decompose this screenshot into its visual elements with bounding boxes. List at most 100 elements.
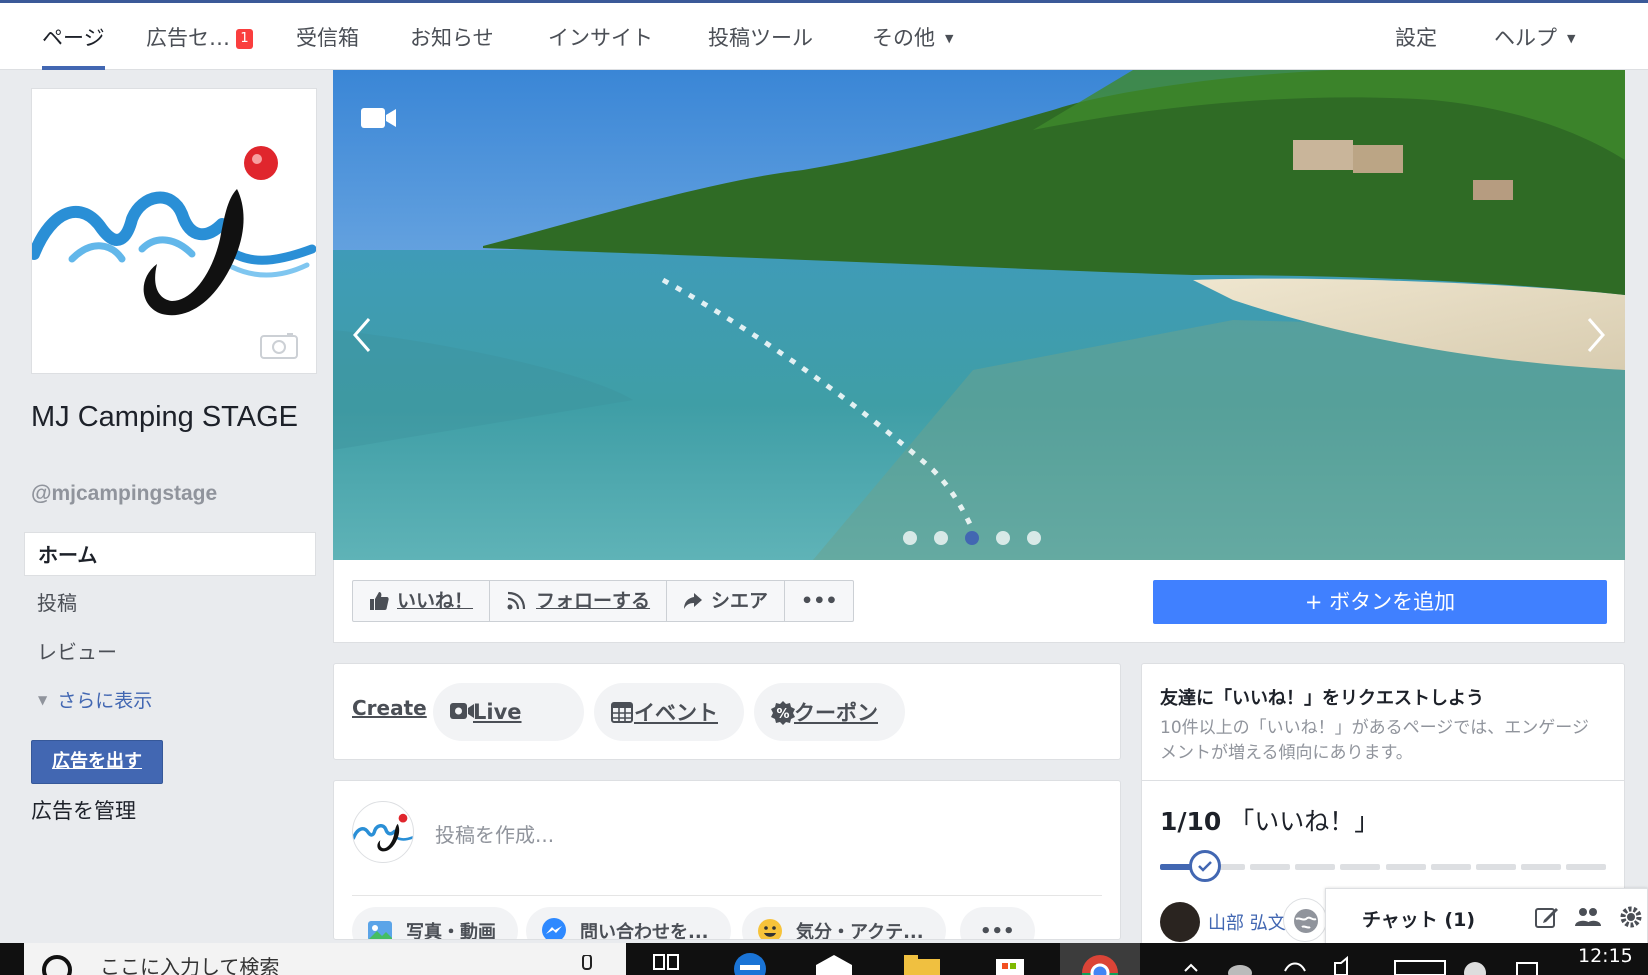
sidebar-item-reviews[interactable]: レビュー: [24, 630, 316, 674]
store-icon[interactable]: [990, 943, 1030, 975]
file-explorer-icon[interactable]: [900, 943, 944, 975]
globe-icon: [1294, 909, 1318, 933]
like-progress-count: 1/10 「いいね！」: [1160, 802, 1379, 838]
system-tray[interactable]: [1175, 943, 1565, 975]
page-handle[interactable]: @mjcampingstage: [31, 482, 217, 506]
slide-dot[interactable]: [934, 531, 948, 545]
show-more-link[interactable]: ▼ さらに表示: [38, 686, 152, 713]
chevron-down-icon: ▼: [945, 32, 954, 45]
progress-segment: [1565, 864, 1606, 870]
like-button[interactable]: いいね！: [353, 581, 491, 621]
globe-button[interactable]: [1283, 898, 1327, 942]
coupon-button[interactable]: % クーポン: [754, 683, 905, 741]
chrome-icon: [1082, 955, 1118, 975]
progress-segment: [1340, 864, 1381, 870]
composer-input[interactable]: 投稿を作成...: [435, 819, 554, 848]
camera-icon[interactable]: [260, 331, 298, 359]
create-card: Create Live イベント % クーポン: [333, 663, 1121, 760]
gear-icon[interactable]: [1618, 904, 1644, 930]
microphone-icon[interactable]: [580, 955, 594, 975]
share-label: シエア: [711, 590, 769, 612]
page-avatar: [352, 801, 414, 863]
promote-button[interactable]: 広告を出す: [31, 740, 163, 784]
tab-help[interactable]: ヘルプ ▼: [1494, 6, 1575, 70]
tab-more[interactable]: その他 ▼: [872, 6, 953, 70]
sidebar-item-home[interactable]: ホーム: [24, 532, 316, 576]
follow-button[interactable]: フォローする: [490, 581, 668, 621]
calendar-icon: [611, 702, 633, 723]
slide-dot[interactable]: [1027, 531, 1041, 545]
sidebar-item-label: 投稿: [37, 591, 77, 615]
invite-card-description: 10件以上の「いいね！」があるページでは、エンゲージメントが増える傾向にあります…: [1160, 718, 1589, 763]
progress-segment: [1475, 864, 1516, 870]
slide-dot-active[interactable]: [965, 531, 979, 545]
composer-more-button[interactable]: •••: [960, 907, 1035, 940]
task-view-icon[interactable]: [650, 943, 684, 975]
sidebar-item-label: レビュー: [37, 640, 117, 664]
slide-dot[interactable]: [903, 531, 917, 545]
feeling-button[interactable]: 気分・アクテ...: [742, 907, 946, 940]
rss-icon: [507, 591, 526, 610]
mail-icon[interactable]: [812, 943, 856, 975]
live-button[interactable]: Live: [433, 683, 584, 741]
chevron-right-icon[interactable]: [1583, 315, 1607, 355]
slide-indicator: [903, 530, 1058, 549]
chrome-taskbar-item[interactable]: [1060, 943, 1140, 975]
chevron-down-icon: ▼: [1567, 32, 1576, 45]
tab-inbox[interactable]: 受信箱: [296, 6, 359, 70]
tab-page[interactable]: ページ: [42, 6, 105, 70]
live-label: Live: [473, 700, 522, 724]
windows-taskbar: ここに入力して検索 12:15: [0, 943, 1648, 975]
taskbar-search-placeholder: ここに入力して検索: [100, 955, 280, 975]
show-more-label: さらに表示: [57, 690, 153, 712]
event-button[interactable]: イベント: [594, 683, 744, 741]
sidebar-item-label: ホーム: [38, 543, 98, 567]
like-progress-bar: [1160, 850, 1606, 882]
more-icon: •••: [980, 920, 1015, 940]
more-options-button[interactable]: •••: [785, 581, 853, 621]
post-composer: 投稿を作成... 写真・動画 問い合わせを... 気分・アクテ... •••: [333, 780, 1121, 940]
edge-browser-icon[interactable]: [730, 943, 770, 975]
manage-ads-link[interactable]: 広告を管理: [31, 795, 136, 825]
tray-icons: [1184, 955, 1538, 975]
beach-cover-image: [333, 70, 1625, 560]
video-camera-icon[interactable]: [361, 106, 397, 130]
follow-label: フォローする: [536, 590, 651, 612]
create-label[interactable]: Create: [352, 696, 427, 720]
like-count-label: 「いいね！」: [1229, 807, 1380, 836]
share-arrow-icon: [684, 593, 703, 609]
people-icon[interactable]: [1574, 904, 1602, 930]
tab-publishing-tools[interactable]: 投稿ツール: [708, 6, 813, 70]
profile-picture[interactable]: [28, 88, 317, 374]
cortana-icon: [42, 955, 72, 975]
more-icon: •••: [801, 590, 838, 612]
tab-ad-center[interactable]: 広告セ… 1: [146, 6, 253, 70]
page-actions: いいね！ フォローする シエア •••: [352, 580, 855, 622]
sidebar-item-posts[interactable]: 投稿: [24, 581, 316, 625]
friend-avatar: [1160, 902, 1200, 942]
tab-notifications[interactable]: お知らせ: [410, 6, 494, 70]
taskbar-search-box[interactable]: ここに入力して検索: [24, 943, 626, 975]
message-button[interactable]: 問い合わせを...: [526, 907, 731, 939]
tab-settings[interactable]: 設定: [1395, 6, 1437, 70]
feeling-label: 気分・アクテ...: [796, 922, 924, 940]
photo-icon: [368, 921, 392, 939]
page-title: MJ Camping STAGE: [31, 401, 298, 433]
photo-video-button[interactable]: 写真・動画: [352, 907, 518, 939]
thumbs-up-icon: [370, 592, 389, 610]
coupon-label: クーポン: [794, 701, 878, 725]
like-label: いいね！: [397, 590, 474, 612]
cover-photo[interactable]: [333, 70, 1625, 560]
share-button[interactable]: シエア: [667, 581, 786, 621]
tab-insights[interactable]: インサイト: [548, 6, 653, 70]
slide-dot[interactable]: [996, 531, 1010, 545]
progress-check-icon: [1189, 850, 1222, 882]
chevron-left-icon[interactable]: [351, 315, 375, 355]
coupon-badge-icon: %: [771, 701, 795, 725]
chat-bar[interactable]: チャット (1): [1325, 888, 1648, 944]
add-button[interactable]: + ボタンを追加: [1153, 580, 1607, 624]
compose-icon[interactable]: [1534, 904, 1560, 930]
tab-label: インサイト: [548, 26, 653, 50]
friend-name[interactable]: 山部 弘文: [1208, 909, 1286, 935]
triangle-down-icon: ▼: [38, 693, 48, 707]
